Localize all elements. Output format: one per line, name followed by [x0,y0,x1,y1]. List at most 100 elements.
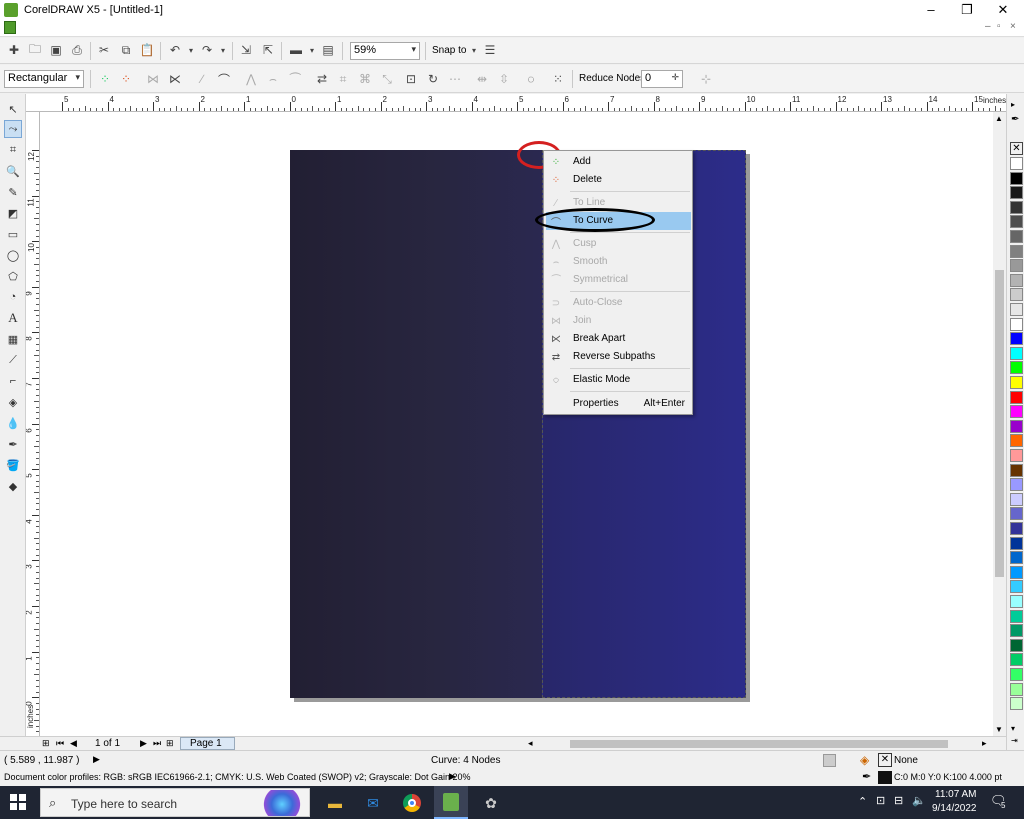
color-swatch[interactable] [1010,580,1023,594]
corel-photo-paint-icon[interactable]: ✿ [480,792,502,814]
color-swatch[interactable] [1010,551,1023,565]
menu-item-delete[interactable]: ⁘ Delete [546,171,691,189]
add-page-after-icon[interactable]: ⊞ [166,738,174,749]
new-document-icon[interactable]: ✚ [6,42,22,58]
last-page-icon[interactable]: ⏭ [153,738,161,749]
welcome-screen-icon[interactable]: ▤ [320,42,336,58]
pick-tool-icon[interactable]: ↖ [4,100,22,118]
color-swatch[interactable] [1010,697,1023,711]
color-swatch[interactable] [1010,171,1023,185]
snap-to-button[interactable]: Snap to [432,45,466,56]
first-page-icon[interactable]: ⏮ [56,738,64,749]
outline-tool-icon[interactable]: ✒ [4,435,22,453]
color-swatch[interactable] [1010,434,1023,448]
horizontal-ruler[interactable]: 5 4 3 2 1 0 1 2 3 4 5 6 7 8 9 10 11 12 13 14 15 [26,94,1006,112]
color-swatch[interactable] [1010,668,1023,681]
color-swatch[interactable] [1010,507,1023,521]
eyedropper-tool-icon[interactable]: 💧 [4,414,22,432]
table-tool-icon[interactable]: ▦ [4,330,22,348]
blend-tool-icon[interactable]: ◈ [4,393,22,411]
clock-date[interactable]: 9/14/2022 [932,803,977,814]
color-swatch[interactable] [1010,682,1023,696]
undo-dropdown-icon[interactable]: ▾ [183,42,199,58]
no-color-swatch[interactable]: ✕ [1010,142,1023,155]
menu-item-reverse-subpaths[interactable]: ⇄ Reverse Subpaths [546,348,691,366]
basic-shapes-tool-icon[interactable]: ◔ [4,288,22,306]
zoom-tool-icon[interactable]: 🔍 [4,162,22,180]
color-swatch[interactable] [1010,259,1023,273]
open-folder-icon[interactable]: 🗀 [27,42,43,58]
scale-nodes-icon[interactable]: ⊡ [403,71,419,87]
coords-expand-icon[interactable]: ▶ [93,754,100,765]
zoom-levels-combo[interactable]: 59% ▾ [350,42,420,60]
color-swatch[interactable] [1010,463,1023,477]
vertical-ruler[interactable]: 1211109876543210 [26,112,40,736]
color-swatch[interactable] [1010,565,1023,579]
print-icon[interactable]: ⎙ [69,42,85,58]
color-swatch[interactable] [1010,200,1023,214]
select-all-nodes-icon[interactable]: ⁙ [550,71,566,87]
color-swatch[interactable] [1010,303,1023,316]
security-icon[interactable]: ⊡ [876,794,885,807]
reverse-direction-icon[interactable]: ⇄ [314,71,330,87]
search-highlight-image[interactable] [256,790,308,816]
mail-icon[interactable]: ✉ [362,792,384,814]
color-swatch[interactable] [1010,449,1023,462]
close-button[interactable]: ✕ [986,0,1020,19]
color-swatch[interactable] [1010,536,1023,550]
mdi-minimize-button[interactable]: – [985,21,991,32]
windows-start-icon[interactable] [10,794,26,810]
color-swatch[interactable] [1010,288,1023,302]
rectangle-tool-icon[interactable]: ▭ [4,225,22,243]
color-proof-icon[interactable] [823,754,836,767]
document-icon[interactable] [4,21,16,34]
menu-item-elastic-mode[interactable]: ◌ Elastic Mode [546,371,691,389]
scroll-down-icon[interactable]: ▼ [995,725,1003,734]
clock-time[interactable]: 11:07 AM [935,789,977,800]
polygon-tool-icon[interactable]: ⬠ [4,267,22,285]
chrome-icon[interactable] [401,792,423,814]
scroll-up-icon[interactable]: ▲ [995,114,1003,123]
redo-dropdown-icon[interactable]: ▾ [215,42,231,58]
color-swatch[interactable] [1010,361,1023,375]
menu-item-break-apart[interactable]: ⋉ Break Apart [546,330,691,348]
fill-tool-icon[interactable]: 🪣 [4,456,22,474]
freehand-tool-icon[interactable]: ✎ [4,183,22,201]
rotate-nodes-icon[interactable]: ↻ [425,71,441,87]
color-swatch[interactable] [1010,346,1023,360]
color-swatch[interactable] [1010,390,1023,404]
palette-eyedropper-icon[interactable]: ✒ [1011,114,1019,125]
break-curve-icon[interactable]: ⋉ [167,71,183,87]
add-nodes-icon[interactable]: ⁘ [97,71,113,87]
snap-dropdown-icon[interactable]: ▾ [466,42,482,58]
color-swatch[interactable] [1010,273,1023,287]
page-tab[interactable]: Page 1 [180,737,235,750]
color-swatch[interactable] [1010,478,1023,492]
scroll-right-icon[interactable]: ▸ [982,738,987,749]
color-swatch[interactable] [1010,595,1023,608]
scroll-left-icon[interactable]: ◂ [528,738,533,749]
color-swatch[interactable] [1010,638,1023,652]
color-swatch[interactable] [1010,157,1023,170]
interactive-fill-tool-icon[interactable]: ◆ [4,477,22,495]
color-swatch[interactable] [1010,230,1023,243]
taskbar-search-box[interactable]: ⌕ Type here to search [40,788,310,817]
color-swatch[interactable] [1010,405,1023,419]
save-icon[interactable]: ▣ [48,42,64,58]
convert-to-curve-icon[interactable]: ⌒ [216,71,232,87]
color-swatch[interactable] [1010,332,1023,346]
horizontal-scroll-thumb[interactable] [570,740,948,748]
ellipse-tool-icon[interactable]: ◯ [4,246,22,264]
vertical-scroll-thumb[interactable] [995,270,1004,577]
dimension-tool-icon[interactable]: ⟋ [4,351,22,369]
elastic-mode-icon[interactable]: ◌ [523,71,539,87]
add-page-icon[interactable]: ⊞ [42,738,50,749]
launcher-dropdown-icon[interactable]: ▾ [304,42,320,58]
color-swatch[interactable] [1010,609,1023,623]
palette-down-icon[interactable]: ▾ [1011,724,1015,733]
file-explorer-icon[interactable]: ▬ [324,792,346,814]
smart-fill-tool-icon[interactable]: ◩ [4,204,22,222]
mdi-restore-button[interactable]: ▫ [997,21,1001,32]
redo-icon[interactable]: ↷ [199,42,215,58]
undo-icon[interactable]: ↶ [167,42,183,58]
